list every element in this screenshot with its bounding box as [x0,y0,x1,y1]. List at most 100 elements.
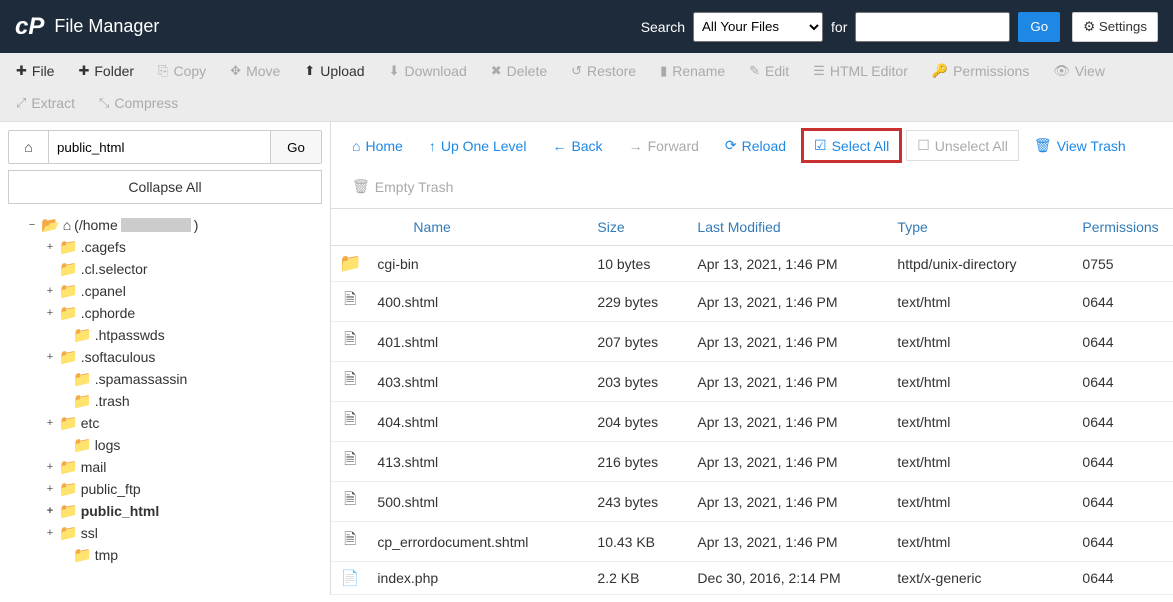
redacted-username [121,218,191,232]
expand-icon[interactable]: + [44,307,56,319]
tree-item[interactable]: 📁.cl.selector [8,258,322,280]
tree-item[interactable]: 📁tmp [8,544,322,566]
tree-item[interactable]: +📁mail [8,456,322,478]
tree-label: .cphorde [81,305,135,321]
unselect-all-button[interactable]: ☐Unselect All [906,130,1019,161]
cell-type: text/html [889,282,1074,322]
collapse-all-button[interactable]: Collapse All [8,170,322,204]
back-button[interactable]: ←Back [541,131,613,161]
search-input[interactable] [855,12,1010,42]
tree-item[interactable]: +📁.cpanel [8,280,322,302]
rename-button[interactable]: ▮Rename [648,55,737,87]
tree-item[interactable]: 📁logs [8,434,322,456]
folder-open-icon: 📂 [41,216,60,234]
download-button[interactable]: ⬇Download [377,55,479,87]
for-label: for [831,19,847,35]
search-scope-select[interactable]: All Your Files [693,12,823,42]
tree-label: .cagefs [81,239,126,255]
delete-button[interactable]: ✖Delete [479,55,559,87]
html-editor-button[interactable]: ☰HTML Editor [801,55,920,87]
table-row[interactable]: 🗎cp_errordocument.shtml10.43 KBApr 13, 2… [331,522,1173,562]
tree-item[interactable]: +📁.softaculous [8,346,322,368]
table-row[interactable]: 📁cgi-bin10 bytesApr 13, 2021, 1:46 PMhtt… [331,246,1173,282]
table-row[interactable]: 🗎401.shtml207 bytesApr 13, 2021, 1:46 PM… [331,322,1173,362]
folder-icon: 📁 [73,326,92,344]
expand-icon[interactable]: + [44,461,56,473]
col-permissions[interactable]: Permissions [1074,209,1173,246]
folder-button[interactable]: ✚Folder [66,55,146,87]
table-row[interactable]: 🗎403.shtml203 bytesApr 13, 2021, 1:46 PM… [331,362,1173,402]
permissions-button[interactable]: 🔑Permissions [920,55,1041,87]
path-input[interactable] [49,131,271,163]
folder-icon: 📁 [59,304,78,322]
select-all-button[interactable]: ☑Select All [801,128,902,163]
expand-icon[interactable]: + [44,483,56,495]
col-name[interactable]: Name [369,209,589,246]
home-button[interactable]: ⌂Home [341,131,414,161]
col-size[interactable]: Size [589,209,689,246]
move-button[interactable]: ✥Move [218,55,292,87]
compress-icon: ⤡ [99,95,109,111]
empty-trash-button[interactable]: 🗑Empty Trash [341,171,464,202]
col-type[interactable]: Type [889,209,1074,246]
view-button[interactable]: 👁View [1041,55,1117,87]
tree-item[interactable]: +📁etc [8,412,322,434]
table-row[interactable]: 🗎400.shtml229 bytesApr 13, 2021, 1:46 PM… [331,282,1173,322]
view-trash-button[interactable]: 🗑View Trash [1023,130,1137,161]
expand-icon[interactable]: + [44,417,56,429]
home-icon[interactable]: ⌂ [9,131,49,163]
file-html-icon: 🗎 [344,451,356,468]
expand-icon[interactable]: + [44,527,56,539]
folder-icon: 📁 [59,524,78,542]
cell-size: 10.43 KB [589,522,689,562]
path-go-button[interactable]: Go [271,131,321,163]
table-row[interactable]: 🗎413.shtml216 bytesApr 13, 2021, 1:46 PM… [331,442,1173,482]
tree-root[interactable]: − 📂 ⌂ (/home) [8,214,322,236]
tree-item[interactable]: 📁.htpasswds [8,324,322,346]
cell-modified: Apr 13, 2021, 1:46 PM [689,282,889,322]
col-modified[interactable]: Last Modified [689,209,889,246]
table-row[interactable]: 📄index.php2.2 KBDec 30, 2016, 2:14 PMtex… [331,562,1173,595]
settings-button[interactable]: ⚙ Settings [1072,12,1158,42]
cell-type: text/html [889,482,1074,522]
table-row[interactable]: 🗎500.shtml243 bytesApr 13, 2021, 1:46 PM… [331,482,1173,522]
extract-button[interactable]: ⤢Extract [4,87,87,119]
file-button[interactable]: ✚File [4,55,66,87]
tree-item[interactable]: +📁public_ftp [8,478,322,500]
tree-item[interactable]: 📁.trash [8,390,322,412]
collapse-icon[interactable]: − [26,219,38,231]
tree-item[interactable]: +📁.cphorde [8,302,322,324]
folder-icon: 📁 [73,436,92,454]
forward-button[interactable]: →Forward [618,131,710,161]
expand-icon[interactable]: + [44,351,56,363]
restore-button[interactable]: ↺Restore [559,55,648,87]
tree-label: etc [81,415,100,431]
expand-icon[interactable]: + [44,241,56,253]
up-one-level-button[interactable]: ↑Up One Level [418,131,538,161]
copy-button[interactable]: ⎘Copy [146,55,218,87]
folder-icon: 📁 [73,546,92,564]
upload-button[interactable]: ⬆Upload [292,55,376,87]
file-html-icon: 🗎 [344,411,356,428]
folder-icon: 📁 [59,414,78,432]
tree-item[interactable]: +📁ssl [8,522,322,544]
compress-button[interactable]: ⤡Compress [87,87,190,119]
file-table: Name Size Last Modified Type Permissions… [331,209,1173,595]
up-arrow-icon: ↑ [429,138,436,154]
folder-icon: 📁 [59,282,78,300]
expand-icon[interactable]: + [44,505,56,517]
expand-icon[interactable]: + [44,285,56,297]
reload-button[interactable]: ⟳Reload [714,130,797,161]
tree-item[interactable]: 📁.spamassassin [8,368,322,390]
extract-icon: ⤢ [16,95,26,111]
cell-permissions: 0644 [1074,362,1173,402]
table-row[interactable]: 🗎404.shtml204 bytesApr 13, 2021, 1:46 PM… [331,402,1173,442]
gear-icon: ⚙ [1083,19,1095,34]
tree-item[interactable]: +📁public_html [8,500,322,522]
search-go-button[interactable]: Go [1018,12,1060,42]
tree-item[interactable]: +📁.cagefs [8,236,322,258]
cell-modified: Dec 30, 2016, 2:14 PM [689,562,889,595]
cell-permissions: 0644 [1074,322,1173,362]
edit-button[interactable]: ✎Edit [737,55,801,87]
cell-modified: Apr 13, 2021, 1:46 PM [689,482,889,522]
